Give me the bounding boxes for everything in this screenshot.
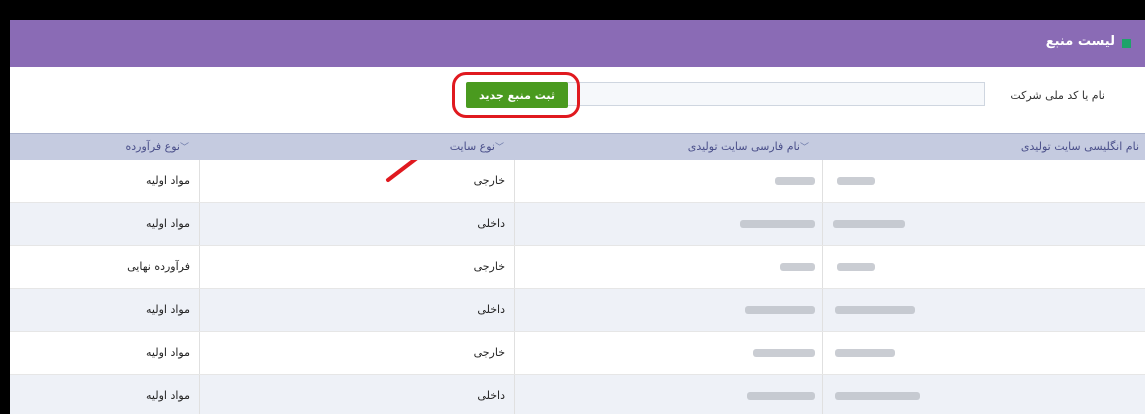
chevron-down-icon: ﹀: [494, 143, 504, 153]
column-header-persian-name[interactable]: ﹀نام فارسی سایت تولیدی: [688, 140, 815, 153]
blurred-persian-name: [775, 177, 815, 185]
company-filter-label: نام یا کد ملی شرکت: [1010, 89, 1105, 102]
site-type-cell: داخلی: [477, 217, 505, 230]
chevron-down-icon: ﹀: [799, 143, 809, 153]
blurred-english-name: [837, 177, 875, 185]
sources-table: نام انگلیسی سایت تولیدی ﹀نام فارسی سایت …: [10, 133, 1145, 414]
product-type-cell: مواد اولیه: [146, 174, 190, 187]
product-type-cell: مواد اولیه: [146, 217, 190, 230]
filter-bar: نام یا کد ملی شرکت ثبت منبع جدید: [10, 67, 1145, 182]
square-icon: [1122, 39, 1131, 48]
table-row[interactable]: خارجی فرآورده نهایی: [10, 246, 1145, 289]
product-type-cell: مواد اولیه: [146, 346, 190, 359]
column-header-site-type[interactable]: ﹀نوع سایت: [450, 140, 510, 153]
table-row[interactable]: داخلی مواد اولیه: [10, 375, 1145, 414]
site-type-cell: خارجی: [473, 174, 505, 187]
blurred-persian-name: [753, 349, 815, 357]
site-type-cell: خارجی: [473, 346, 505, 359]
blurred-persian-name: [780, 263, 815, 271]
chevron-down-icon: ﹀: [179, 143, 189, 153]
table-header: نام انگلیسی سایت تولیدی ﹀نام فارسی سایت …: [10, 133, 1145, 160]
source-list-panel: لیست منبع نام یا کد ملی شرکت ثبت منبع جد…: [10, 20, 1145, 414]
table-row[interactable]: خارجی مواد اولیه: [10, 332, 1145, 375]
blurred-english-name: [835, 306, 915, 314]
blurred-persian-name: [747, 392, 815, 400]
blurred-english-name: [833, 220, 905, 228]
table-row[interactable]: خارجی مواد اولیه: [10, 160, 1145, 203]
company-filter-input[interactable]: [565, 82, 985, 106]
blurred-persian-name: [745, 306, 815, 314]
column-header-english-name[interactable]: نام انگلیسی سایت تولیدی: [1021, 140, 1139, 153]
product-type-cell: فرآورده نهایی: [127, 260, 190, 273]
column-header-product-type[interactable]: ﹀نوع فرآورده: [126, 140, 196, 153]
site-type-cell: داخلی: [477, 389, 505, 402]
blurred-english-name: [835, 349, 895, 357]
panel-header: لیست منبع: [10, 20, 1145, 67]
site-type-cell: خارجی: [473, 260, 505, 273]
table-row[interactable]: داخلی مواد اولیه: [10, 203, 1145, 246]
product-type-cell: مواد اولیه: [146, 389, 190, 402]
blurred-english-name: [837, 263, 875, 271]
blurred-persian-name: [740, 220, 815, 228]
site-type-cell: داخلی: [477, 303, 505, 316]
new-source-button[interactable]: ثبت منبع جدید: [466, 82, 568, 108]
page-title: لیست منبع: [1045, 34, 1115, 49]
product-type-cell: مواد اولیه: [146, 303, 190, 316]
table-row[interactable]: داخلی مواد اولیه: [10, 289, 1145, 332]
blurred-english-name: [835, 392, 920, 400]
